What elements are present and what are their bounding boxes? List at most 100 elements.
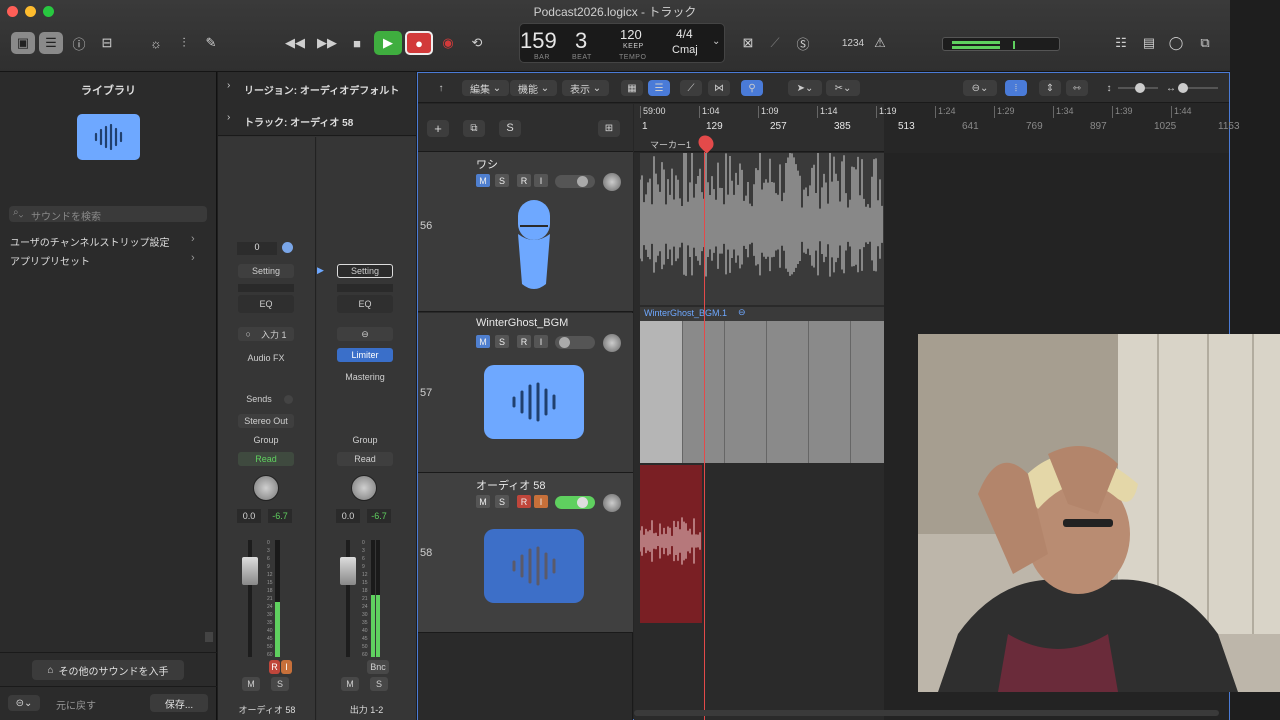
loop-browser-icon[interactable]: ◯ xyxy=(1165,32,1187,54)
send-knob[interactable] xyxy=(284,395,293,404)
track-input-monitor-button[interactable]: I xyxy=(534,495,548,508)
track-input-monitor-button[interactable]: I xyxy=(534,335,548,348)
smart-controls-icon[interactable]: ☼ xyxy=(145,32,167,54)
region-inspector-label[interactable]: リージョン: オーディオデフォルト xyxy=(244,82,399,97)
strip1-input-button[interactable]: ○ 入力 1 xyxy=(238,327,294,341)
lcd-chevron-down-icon[interactable]: ⌄ xyxy=(712,36,720,47)
waveform-zoom-icon[interactable]: ⦙ xyxy=(1005,80,1027,96)
track-solo-button[interactable]: S xyxy=(495,174,509,187)
strip1-input-monitor[interactable]: I xyxy=(281,660,292,674)
track-on-toggle[interactable] xyxy=(555,175,595,188)
strip2-group-button[interactable]: Group xyxy=(337,433,393,447)
strip2-mastering-slot[interactable]: Mastering xyxy=(337,370,393,384)
back-arrow-icon[interactable]: ↑ xyxy=(430,80,452,96)
marker-label[interactable]: マーカー1 xyxy=(650,138,691,151)
horizontal-zoom-slider[interactable] xyxy=(1178,83,1218,93)
playhead[interactable] xyxy=(704,152,705,720)
view-menu[interactable]: 表示 ⌄ xyxy=(562,80,610,96)
forward-icon[interactable]: ▶▶ xyxy=(315,32,339,54)
horizontal-scrollbar[interactable] xyxy=(634,710,1219,716)
strip1-output-button[interactable]: Stereo Out xyxy=(238,414,294,428)
playhead-marker-icon[interactable] xyxy=(695,132,717,154)
track-input-monitor-button[interactable]: I xyxy=(534,174,548,187)
audio-region[interactable] xyxy=(639,149,884,305)
editors-icon[interactable]: ✎ xyxy=(200,32,222,54)
strip2-limiter-plugin[interactable]: Limiter xyxy=(337,348,393,362)
strip1-mute[interactable]: M xyxy=(242,677,260,691)
cycle-icon[interactable]: ⟲ xyxy=(465,32,489,54)
quick-help-icon[interactable]: ⓘ xyxy=(69,32,89,54)
strip1-setting-button[interactable]: Setting xyxy=(238,264,294,278)
track-on-toggle[interactable] xyxy=(555,336,595,349)
strip1-eq-button[interactable]: EQ xyxy=(238,295,294,313)
track-inspector-label[interactable]: トラック: オーディオ 58 xyxy=(244,114,353,129)
track-mute-button[interactable]: M xyxy=(476,174,490,187)
duplicate-track-icon[interactable]: ⧉ xyxy=(463,120,485,137)
track-record-button[interactable]: R xyxy=(517,174,531,187)
solo-icon[interactable]: ⊠ xyxy=(738,32,758,54)
fit-horizontal-icon[interactable]: ⇿ xyxy=(1066,80,1088,96)
strip2-link-icon[interactable]: ⊖ xyxy=(337,327,393,341)
audio-region[interactable] xyxy=(640,321,884,463)
inspector-toggle-icon[interactable]: ☰ xyxy=(39,32,63,54)
chevron-right-icon[interactable]: › xyxy=(227,112,230,123)
scissors-tool-icon[interactable]: ✂⌄ xyxy=(826,80,860,96)
strip2-solo[interactable]: S xyxy=(370,677,388,691)
flex-icon[interactable]: ⋈ xyxy=(708,80,730,96)
track-name[interactable]: オーディオ 58 xyxy=(476,477,546,493)
track-volume-knob[interactable] xyxy=(603,494,621,512)
mixer-icon[interactable]: ⫶ xyxy=(173,32,195,54)
strip1-gain-knob[interactable] xyxy=(282,242,293,253)
grid-view-icon[interactable]: ▦ xyxy=(621,80,643,96)
automation-icon[interactable]: ⟋ xyxy=(680,80,702,96)
strip2-mute[interactable]: M xyxy=(341,677,359,691)
strip2-eq-button[interactable]: EQ xyxy=(337,295,393,313)
functions-menu[interactable]: 機能 ⌄ xyxy=(510,80,558,96)
toolbar-toggle-icon[interactable]: ⊟ xyxy=(96,32,118,54)
browsers-icon[interactable]: ⧉ xyxy=(1193,32,1217,54)
track-header[interactable]: 57 WinterGhost_BGM M S R I xyxy=(418,313,633,473)
track-record-button[interactable]: R xyxy=(517,495,531,508)
strip2-setting-button[interactable]: Setting xyxy=(337,264,393,278)
track-header[interactable]: 56 ワシ M S R I xyxy=(418,152,633,312)
vertical-zoom-slider[interactable] xyxy=(1118,83,1158,93)
strip2-pan-knob[interactable] xyxy=(351,475,377,501)
smart-tempo-icon[interactable]: Ⓢ xyxy=(793,32,813,54)
track-mute-button[interactable]: M xyxy=(476,335,490,348)
library-item-user-strips[interactable]: ユーザのチャンネルストリップ設定 xyxy=(10,234,170,249)
library-toggle-icon[interactable]: ▣ xyxy=(11,32,35,54)
edit-menu[interactable]: 編集 ⌄ xyxy=(462,80,510,96)
track-header[interactable]: 58 オーディオ 58 M S R I xyxy=(418,473,633,633)
rewind-icon[interactable]: ◀◀ xyxy=(283,32,307,54)
strip1-audio-fx-slot[interactable]: Audio FX xyxy=(238,351,294,365)
revert-button[interactable]: 元に戻す xyxy=(56,697,96,712)
list-editors-icon[interactable]: ☷ xyxy=(1110,32,1132,54)
notepad-icon[interactable]: ▤ xyxy=(1138,32,1160,54)
strip1-group-button[interactable]: Group xyxy=(238,433,294,447)
track-on-toggle[interactable] xyxy=(555,496,595,509)
save-button[interactable]: 保存... xyxy=(150,694,208,712)
sound-search-input[interactable]: ⌕⌄ サウンドを検索 xyxy=(9,206,207,223)
folder-icon[interactable]: ⊞ xyxy=(598,120,620,137)
catch-icon[interactable]: ⚲ xyxy=(741,80,763,96)
strip1-pan-knob[interactable] xyxy=(253,475,279,501)
metronome-icon[interactable]: ⚠ xyxy=(870,32,890,54)
strip2-bounce-button[interactable]: Bnc xyxy=(367,660,389,674)
library-item-app-presets[interactable]: アプリプリセット xyxy=(10,253,90,268)
track-mute-button[interactable]: M xyxy=(476,495,490,508)
track-name[interactable]: ワシ xyxy=(476,156,498,172)
track-volume-knob[interactable] xyxy=(603,334,621,352)
scrollbar[interactable] xyxy=(205,632,213,642)
chevron-right-icon[interactable]: › xyxy=(227,80,230,91)
strip2-automation-button[interactable]: Read xyxy=(337,452,393,466)
replace-record-icon[interactable]: ◉ xyxy=(437,32,459,54)
timeline-ruler[interactable]: 59:00 1:04 1:09 1:14 1:19 1:24 1:29 1:34 1:39 1:4… xyxy=(634,104,1240,154)
pointer-tool-icon[interactable]: ➤⌄ xyxy=(788,80,822,96)
fit-vertical-icon[interactable]: ⇕ xyxy=(1039,80,1061,96)
track-name[interactable]: WinterGhost_BGM xyxy=(476,317,568,329)
global-solo-button[interactable]: S xyxy=(499,120,521,137)
snap-menu-icon[interactable]: ⊖⌄ xyxy=(963,80,997,96)
lcd-display[interactable]: 159 3 BAR BEAT 120 KEEP TEMPO 4/4 Cmaj ⌄ xyxy=(519,23,725,63)
strip2-fader[interactable] xyxy=(340,557,356,585)
track-solo-button[interactable]: S xyxy=(495,335,509,348)
